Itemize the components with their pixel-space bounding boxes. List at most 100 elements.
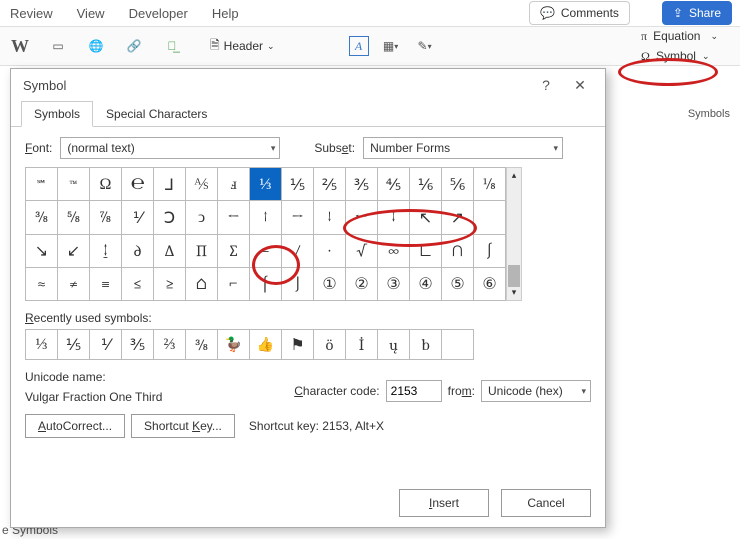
- symbol-cell[interactable]: ②: [346, 267, 378, 300]
- subset-combo[interactable]: Number Forms ▾: [363, 137, 563, 159]
- symbol-cell[interactable]: ①: [314, 267, 346, 300]
- cancel-button[interactable]: Cancel: [501, 489, 591, 517]
- header-dropdown[interactable]: 🗎 Header ⌄: [210, 36, 275, 57]
- recent-cell[interactable]: ⅔: [154, 330, 186, 360]
- symbol-grid[interactable]: ℠ ™ Ω ℮ ⅃ ⅍ ⅎ ⅓ ⅕ ⅖ ⅗ ⅘ ⅙ ⅚ ⅛ ⅜: [25, 167, 506, 301]
- comments-button[interactable]: 💬 Comments: [529, 1, 630, 25]
- autocorrect-button[interactable]: AutoCorrect...: [25, 414, 125, 438]
- symbol-cell[interactable]: ∫: [474, 234, 506, 267]
- symbol-cell[interactable]: ∙: [314, 234, 346, 267]
- recent-cell[interactable]: ⅗: [122, 330, 154, 360]
- symbol-cell[interactable]: ∂: [122, 234, 154, 267]
- recent-cell[interactable]: ⅓: [26, 330, 58, 360]
- tab-symbols[interactable]: Symbols: [21, 101, 93, 127]
- symbol-cell[interactable]: ↔: [346, 201, 378, 234]
- scroll-up-icon[interactable]: ▴: [512, 168, 517, 181]
- textbox-icon[interactable]: A: [349, 36, 369, 56]
- symbol-cell[interactable]: ⅞: [90, 201, 122, 234]
- symbol-cell[interactable]: √: [346, 234, 378, 267]
- recent-cell[interactable]: ⚑: [282, 330, 314, 360]
- symbol-cell[interactable]: ∆: [154, 234, 186, 267]
- recent-cell[interactable]: 🦆: [218, 330, 250, 360]
- recent-cell[interactable]: 👍: [250, 330, 282, 360]
- symbol-cell[interactable]: ≡: [90, 267, 122, 300]
- symbol-cell[interactable]: ∟: [410, 234, 442, 267]
- recent-cell[interactable]: İ: [346, 330, 378, 360]
- symbol-cell[interactable]: ↓: [314, 201, 346, 234]
- symbol-cell[interactable]: ∏: [186, 234, 218, 267]
- symbol-cell[interactable]: ↗: [442, 201, 474, 234]
- symbol-cell[interactable]: Ↄ: [154, 201, 186, 234]
- symbol-cell[interactable]: ⌂: [186, 267, 218, 300]
- symbol-cell[interactable]: ⑥: [474, 267, 506, 300]
- symbol-cell[interactable]: ⅎ: [218, 168, 250, 201]
- equation-button[interactable]: π Equation ⌄: [635, 28, 724, 45]
- tab-view[interactable]: View: [77, 6, 105, 21]
- symbol-cell[interactable]: ↘: [26, 234, 58, 267]
- shortcut-key-button[interactable]: Shortcut Key...: [131, 414, 235, 438]
- symbol-cell[interactable]: ≈: [26, 267, 58, 300]
- symbol-cell[interactable]: ⅗: [346, 168, 378, 201]
- symbol-cell[interactable]: ⅛: [474, 168, 506, 201]
- symbol-cell[interactable]: ∩: [442, 234, 474, 267]
- tab-developer[interactable]: Developer: [129, 6, 188, 21]
- recent-grid[interactable]: ⅓ ⅕ ⅟ ⅗ ⅔ ⅜ 🦆 👍 ⚑ ö İ ų b: [25, 329, 474, 360]
- symbol-cell[interactable]: ™: [58, 168, 90, 201]
- symbol-cell-selected[interactable]: ⅓: [250, 168, 282, 201]
- symbol-cell[interactable]: ⌐: [218, 267, 250, 300]
- symbol-cell[interactable]: ≤: [122, 267, 154, 300]
- symbol-cell[interactable]: ≠: [58, 267, 90, 300]
- symbol-cell[interactable]: ⅙: [410, 168, 442, 201]
- symbol-cell[interactable]: ∑: [218, 234, 250, 267]
- scroll-down-icon[interactable]: ▾: [512, 287, 517, 300]
- symbol-cell[interactable]: [474, 201, 506, 234]
- symbol-cell[interactable]: Ω: [90, 168, 122, 201]
- insert-button[interactable]: Insert: [399, 489, 489, 517]
- symbol-cell[interactable]: ←: [218, 201, 250, 234]
- link-icon[interactable]: 🔗: [122, 34, 146, 58]
- symbol-cell[interactable]: ↑: [250, 201, 282, 234]
- recent-cell[interactable]: ⅜: [186, 330, 218, 360]
- symbol-cell[interactable]: ⅃: [154, 168, 186, 201]
- recent-cell[interactable]: b: [410, 330, 442, 360]
- tab-review[interactable]: Review: [10, 6, 53, 21]
- symbol-cell[interactable]: ⅕: [282, 168, 314, 201]
- font-combo[interactable]: (normal text) ▾: [60, 137, 280, 159]
- recent-cell[interactable]: ö: [314, 330, 346, 360]
- video-icon[interactable]: ▭: [46, 34, 70, 58]
- symbol-cell[interactable]: ④: [410, 267, 442, 300]
- symbol-cell[interactable]: ↖: [410, 201, 442, 234]
- from-combo[interactable]: Unicode (hex) ▾: [481, 380, 591, 402]
- symbol-cell[interactable]: ③: [378, 267, 410, 300]
- recent-cell[interactable]: [442, 330, 474, 360]
- symbol-cell[interactable]: ∞: [378, 234, 410, 267]
- close-button[interactable]: ✕: [563, 71, 597, 99]
- symbol-cell[interactable]: ↕: [378, 201, 410, 234]
- recent-cell[interactable]: ⅕: [58, 330, 90, 360]
- symbol-cell[interactable]: ⅍: [186, 168, 218, 201]
- symbol-cell[interactable]: −: [250, 234, 282, 267]
- symbol-cell[interactable]: ⅟: [122, 201, 154, 234]
- symbol-cell[interactable]: ⅘: [378, 168, 410, 201]
- symbol-cell[interactable]: ⅜: [26, 201, 58, 234]
- wikipedia-icon[interactable]: W: [8, 34, 32, 58]
- symbol-cell[interactable]: ℠: [26, 168, 58, 201]
- symbol-cell[interactable]: ∕: [282, 234, 314, 267]
- tab-help[interactable]: Help: [212, 6, 239, 21]
- symbol-button[interactable]: Ω Symbol ⌄: [635, 48, 715, 65]
- tab-special-characters[interactable]: Special Characters: [93, 101, 220, 127]
- symbol-cell[interactable]: ↙: [58, 234, 90, 267]
- recent-cell[interactable]: ų: [378, 330, 410, 360]
- symbol-cell[interactable]: ⅖: [314, 168, 346, 201]
- scrollbar-thumb[interactable]: [508, 265, 520, 287]
- wordart-icon[interactable]: ✎▾: [413, 34, 437, 58]
- help-button[interactable]: ?: [529, 71, 563, 99]
- symbol-cell[interactable]: ⌠: [250, 267, 282, 300]
- share-button[interactable]: ⇪ Share: [662, 1, 732, 25]
- symbol-cell[interactable]: ⅝: [58, 201, 90, 234]
- symbol-cell[interactable]: ⑤: [442, 267, 474, 300]
- symbol-cell[interactable]: ℮: [122, 168, 154, 201]
- char-code-input[interactable]: [386, 380, 442, 402]
- symbol-cell[interactable]: ⌡: [282, 267, 314, 300]
- symbol-cell[interactable]: ≥: [154, 267, 186, 300]
